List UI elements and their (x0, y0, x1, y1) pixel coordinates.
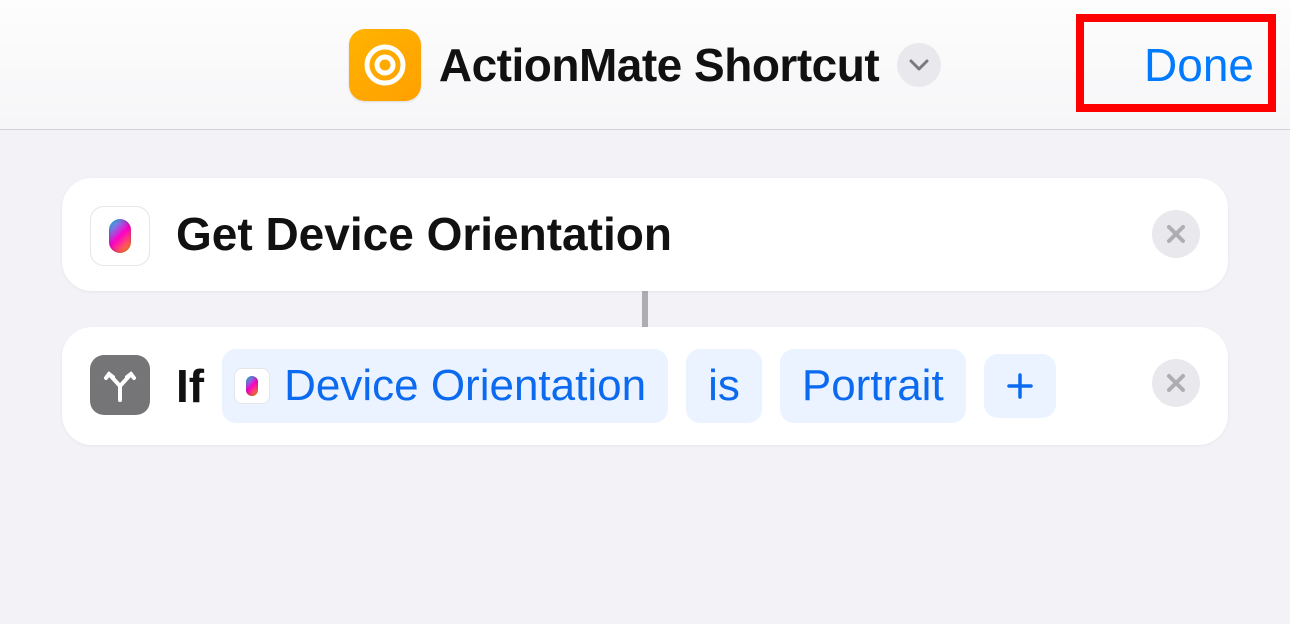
title-menu-button[interactable] (897, 43, 941, 87)
branch-icon (101, 366, 139, 404)
close-icon (1165, 372, 1187, 394)
value-token[interactable]: Portrait (780, 349, 966, 423)
actions-app-icon (234, 368, 270, 404)
action-card-if[interactable]: If Device Orientation is Portrait (62, 327, 1228, 445)
variable-token[interactable]: Device Orientation (222, 349, 668, 423)
plus-icon (1005, 371, 1035, 401)
title-group[interactable]: ActionMate Shortcut (349, 29, 941, 101)
remove-action-button[interactable] (1152, 210, 1200, 258)
editor-header: ActionMate Shortcut Done (0, 0, 1290, 130)
condition-token[interactable]: is (686, 349, 762, 423)
actions-canvas: Get Device Orientation If Device Orienta… (0, 130, 1290, 445)
flow-connector (642, 291, 648, 327)
variable-label: Device Orientation (284, 353, 646, 419)
close-icon (1165, 223, 1187, 245)
shortcut-app-icon (349, 29, 421, 101)
action-card-get-orientation[interactable]: Get Device Orientation (62, 178, 1228, 291)
pill-icon (109, 219, 131, 253)
chevron-down-icon (909, 59, 929, 71)
add-condition-button[interactable] (984, 354, 1056, 418)
control-flow-icon (90, 355, 150, 415)
actions-app-icon (90, 206, 150, 266)
if-keyword: If (176, 352, 204, 421)
action-title: Get Device Orientation (176, 200, 672, 269)
remove-action-button[interactable] (1152, 359, 1200, 407)
shortcut-title: ActionMate Shortcut (439, 38, 879, 92)
done-button[interactable]: Done (1144, 38, 1254, 92)
target-icon (363, 43, 407, 87)
if-body: If Device Orientation is Portrait (176, 349, 1200, 423)
pill-icon (246, 376, 258, 396)
